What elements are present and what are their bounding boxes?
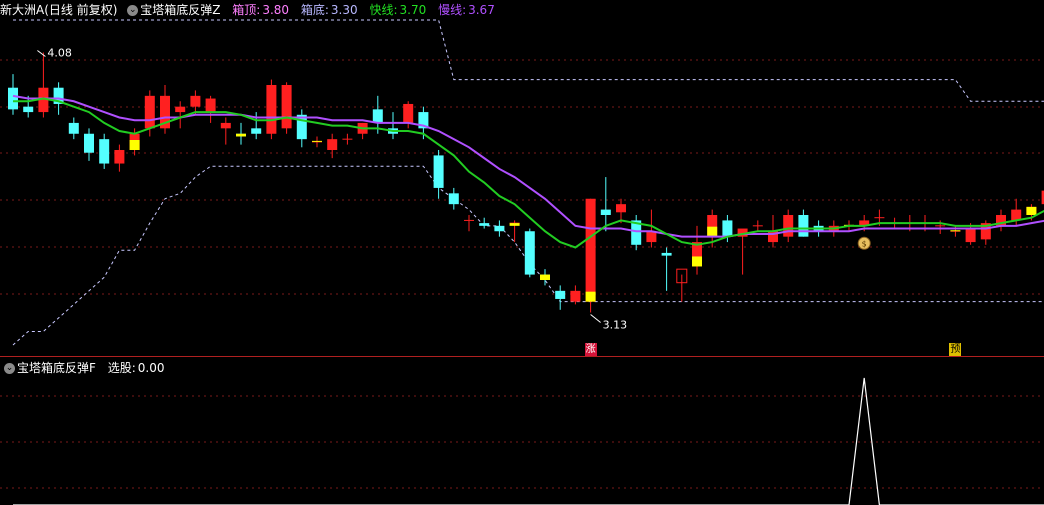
select-value: 0.00 [137,361,165,375]
box-lines [12,19,1044,346]
main-header: 新大洲A(日线 前复权) ⌄ 宝塔箱底反弹Z 箱顶: 3.80 箱底: 3.30 快线… [0,2,497,18]
low-arrow [590,314,601,323]
candle-body [965,228,976,243]
candle-body [403,103,414,123]
candle-body [433,155,444,188]
signal-bar [509,223,520,226]
candle-body [600,209,611,215]
candle-body [798,215,809,237]
box-bottom-value: 3.30 [330,3,358,17]
signal-bar [129,140,140,150]
candle-body [524,231,535,275]
candle-body [220,122,231,129]
candle-body [616,204,626,213]
candle-body [114,150,125,164]
candle-body [494,225,505,232]
signal-bar [950,230,961,232]
candle-body [68,122,79,134]
candle-body [99,139,110,164]
signal-bar [585,291,596,302]
candle-body [585,198,596,302]
sub-indicator-toggle-icon[interactable]: ⌄ [4,363,15,374]
candle-body [479,223,490,226]
money-bag-symbol: $ [862,239,867,248]
fast-line-value: 3.70 [399,3,427,17]
symbol-title: 新大洲A(日线 前复权) [0,3,118,17]
candle-body [661,252,672,256]
forecast-badge: 预 [949,343,962,356]
indicator-name[interactable]: 宝塔箱底反弹Z [140,3,220,17]
signal-bar [540,274,550,280]
candle-body [205,98,216,113]
candle-body [281,85,292,129]
candle-body [570,290,581,302]
candle-body [783,215,794,237]
candle-body [448,193,459,205]
chart-canvas[interactable]: 4.08 3.13 $ [0,0,1044,505]
pane-separator[interactable] [0,356,1044,357]
candle-body [266,85,277,134]
candle-body [84,133,94,153]
signal-bar [236,133,246,137]
high-price-label: 4.08 [47,47,72,60]
box-top-label: 箱顶: [232,3,261,17]
select-label: 选股: [107,361,136,375]
signal-bar [692,256,702,267]
candle-body [190,95,201,107]
low-price-label: 3.13 [603,319,628,332]
signal-bar [707,226,718,237]
sub-indicator-name[interactable]: 宝塔箱底反弹F [17,361,96,375]
candle-body [144,95,155,129]
sub-header: ⌄ 宝塔箱底反弹F 选股: 0.00 [0,360,167,376]
signal-bar [1026,206,1037,215]
candle-body [327,139,338,150]
slow-line-label: 慢线: [438,3,467,17]
box-bottom-label: 箱底: [300,3,329,17]
candle-body [722,220,733,237]
candle-body [175,106,186,113]
candle-body [555,290,566,299]
candle-body [23,106,34,113]
high-arrow [37,50,46,57]
indicator-toggle-icon[interactable]: ⌄ [127,5,139,16]
candles [8,52,1044,313]
rise-badge: 涨 [584,343,597,356]
box-top-line [13,19,1044,102]
grid-lines [0,59,1044,489]
slow-line-value: 3.67 [468,3,495,17]
signal-bar [312,140,322,142]
fast-line-label: 快线: [369,3,398,17]
candle-body [372,109,383,123]
box-top-value: 3.80 [262,3,290,17]
candle-body [8,87,18,110]
candle-body [251,128,262,134]
